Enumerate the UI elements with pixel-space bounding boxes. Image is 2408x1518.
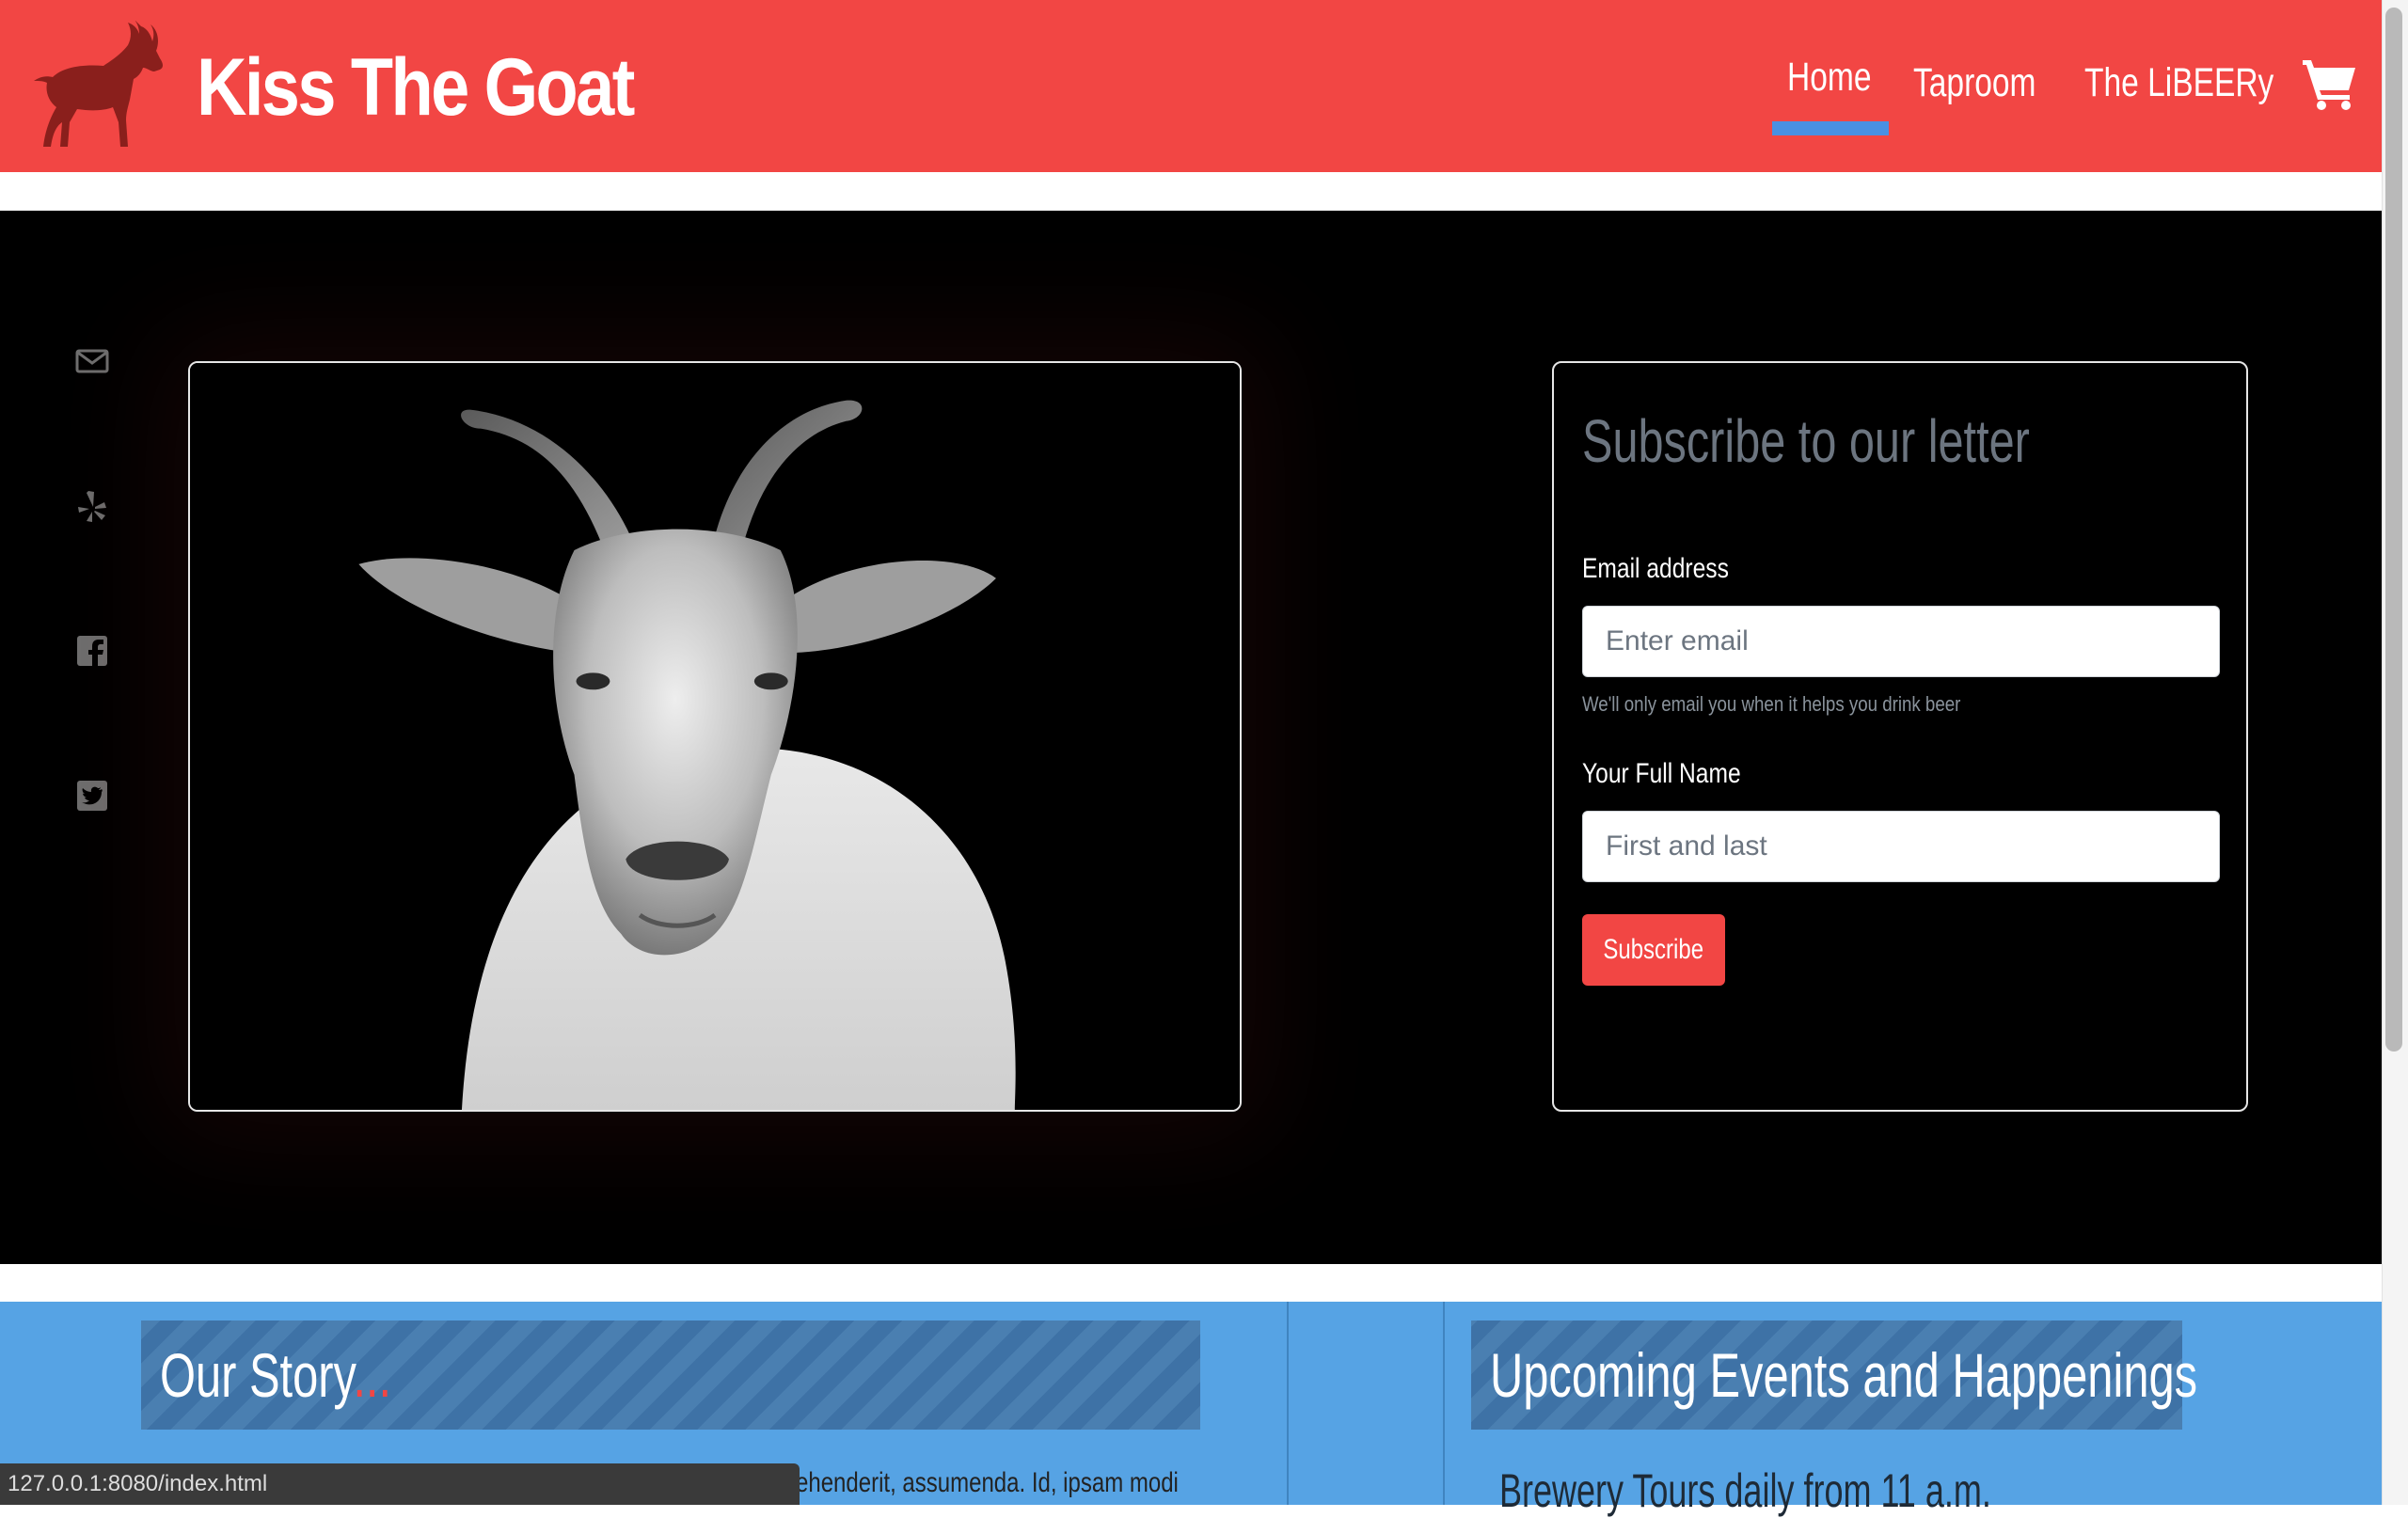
subscribe-card: Subscribe to our letter Email address We… [1552,361,2248,1112]
nav-libeery-link[interactable]: The LiBEERy [2084,60,2273,106]
top-navbar: Kiss The Goat Home Taproom The LiBEERy [0,0,2382,172]
goat-photo [188,361,1242,1112]
brand-name[interactable]: Kiss The Goat [197,41,635,134]
nav-active-indicator [1772,121,1889,135]
subscribe-title: Subscribe to our letter [1582,407,2030,475]
our-story-ellipsis: ... [353,1340,392,1410]
full-name-input[interactable] [1582,811,2220,882]
our-story-heading: Our Story... [160,1339,391,1411]
scrollbar-thumb[interactable] [2385,8,2402,1052]
full-name-label: Your Full Name [1582,758,1741,789]
nav-taproom-link[interactable]: Taproom [1913,60,2036,106]
email-help-text: We'll only email you when it helps you d… [1582,692,1961,716]
goat-logo-icon[interactable] [30,21,166,152]
facebook-icon[interactable] [75,634,109,668]
hero-section: Subscribe to our letter Email address We… [0,211,2382,1264]
story-paragraph: ehenderit, assumenda. Id, ipsam modi [796,1467,1179,1498]
our-story-heading-box: Our Story... [141,1320,1200,1430]
subscribe-button[interactable]: Subscribe [1582,914,1725,986]
column-divider [1443,1302,1445,1505]
subscribe-button-label: Subscribe [1603,934,1704,965]
event-item[interactable]: Brewery Tours daily from 11 a.m. [1499,1463,1991,1518]
column-divider [1287,1302,1289,1505]
nav-home-link[interactable]: Home [1787,55,1871,101]
our-story-heading-text: Our Story [160,1340,354,1410]
events-heading: Upcoming Events and Happenings [1490,1340,2198,1410]
goat-image [190,363,1240,1110]
yelp-icon[interactable] [75,489,109,523]
events-heading-box: Upcoming Events and Happenings [1471,1320,2197,1430]
email-label: Email address [1582,553,1729,584]
email-input[interactable] [1582,606,2220,677]
shopping-cart-icon[interactable] [2303,58,2357,111]
browser-status-bar: 127.0.0.1:8080/index.html [0,1463,800,1505]
envelope-icon[interactable] [75,344,109,378]
twitter-icon[interactable] [75,779,109,813]
